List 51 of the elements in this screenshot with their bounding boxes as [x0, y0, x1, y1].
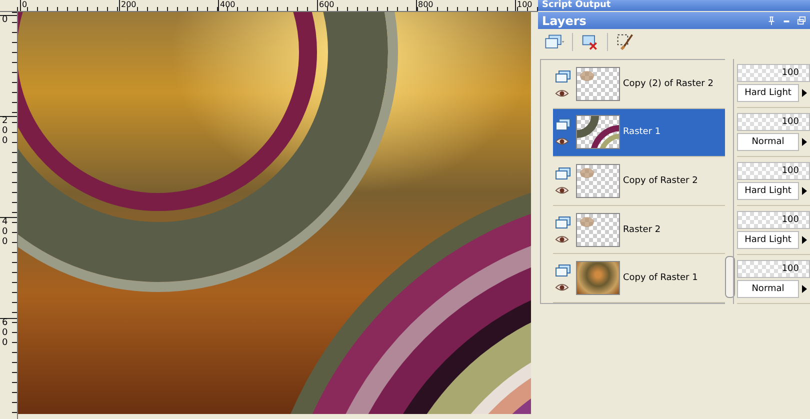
scrollbar-thumb[interactable] — [725, 256, 735, 298]
layer-icon — [555, 166, 571, 181]
layer-row[interactable]: Copy (2) of Raster 2 — [553, 60, 725, 109]
layer-icon — [555, 216, 571, 230]
blend-mode-dropdown[interactable]: Hard Light — [737, 84, 799, 102]
layer-row[interactable]: Copy of Raster 2 — [553, 157, 725, 206]
layer-row[interactable]: Raster 1 — [553, 108, 725, 158]
ruler-label: 600 — [319, 0, 334, 9]
layer-name: Copy of Raster 1 — [623, 273, 698, 284]
ruler-label: 100 — [517, 0, 532, 9]
eye-icon[interactable] — [555, 283, 569, 292]
eye-icon[interactable] — [555, 88, 569, 98]
ruler-label: 800 — [418, 0, 434, 9]
blend-mode-dropdown[interactable]: Normal — [737, 280, 799, 298]
layer-row[interactable]: Copy of Raster 1 — [553, 254, 725, 303]
blend-mode-dropdown[interactable]: Hard Light — [737, 231, 799, 249]
eye-icon[interactable] — [555, 137, 569, 146]
ruler-label: 600 — [2, 319, 8, 349]
layer-name: Copy (2) of Raster 2 — [623, 78, 714, 89]
ruler-label: 200 — [121, 0, 136, 9]
opacity-field[interactable]: 100 — [737, 162, 810, 180]
ruler-label: 0 — [22, 0, 28, 9]
opacity-field[interactable]: 100 — [737, 260, 810, 278]
layer-name: Copy of Raster 2 — [623, 176, 698, 186]
panel-title: Script Output — [542, 0, 611, 11]
ruler-label: 400 — [220, 0, 236, 9]
opacity-field[interactable]: 100 — [737, 211, 810, 229]
eye-icon[interactable] — [555, 186, 569, 195]
panel-title: Layers — [542, 14, 586, 28]
ruler-label: 200 — [2, 117, 8, 147]
layer-icon — [555, 264, 571, 278]
opacity-field[interactable]: 100 — [737, 113, 810, 131]
layer-name: Raster 1 — [623, 127, 661, 138]
layer-row[interactable]: Raster 2 — [553, 206, 725, 254]
restore-icon[interactable] — [797, 16, 806, 25]
blend-mode-dropdown[interactable]: Normal — [737, 133, 799, 151]
layer-thumbnail — [576, 66, 620, 101]
layer-thumbnail — [576, 164, 620, 198]
new-layer-icon[interactable] — [544, 33, 566, 51]
layer-thumbnail — [576, 212, 620, 247]
eye-icon[interactable] — [555, 234, 569, 244]
blend-mode-dropdown[interactable]: Hard Light — [737, 182, 799, 200]
ruler-label: 0 — [2, 16, 8, 26]
pin-icon[interactable] — [767, 16, 776, 25]
layer-name: Raster 2 — [623, 224, 661, 235]
layer-thumbnail — [576, 261, 620, 296]
ruler-label: 400 — [2, 218, 8, 248]
layer-icon — [555, 118, 571, 132]
layer-icon — [555, 70, 571, 84]
layer-thumbnail — [576, 115, 620, 150]
opacity-field[interactable]: 100 — [737, 64, 810, 82]
